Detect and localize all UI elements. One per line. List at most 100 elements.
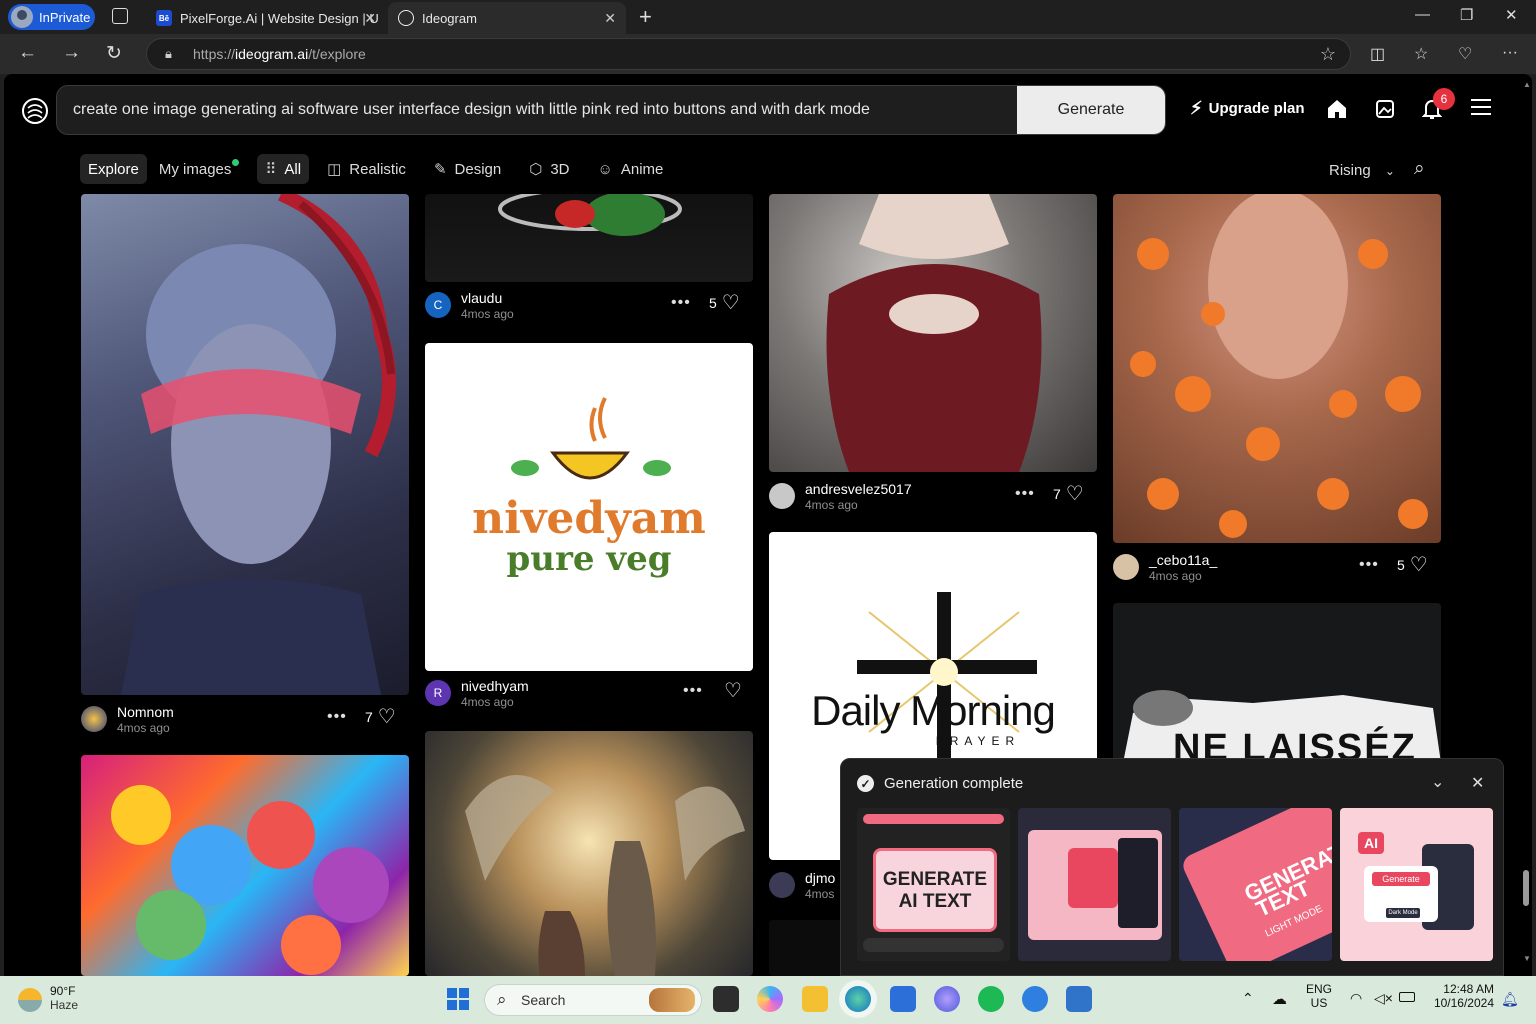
filter-3d[interactable]: ⬡ 3D [521,154,577,184]
filter-design[interactable]: ✎ Design [426,154,509,184]
windows-start-icon[interactable] [447,988,469,1010]
filter-realistic[interactable]: ◫ Realistic [319,154,414,184]
username[interactable]: nivedhyam [461,678,529,694]
copilot-icon[interactable] [757,986,783,1012]
close-popup-icon[interactable]: ✕ [1471,773,1484,793]
image-cyberpunk-woman[interactable] [81,194,409,695]
clock[interactable]: 12:48 AM 10/16/2024 [1428,982,1494,1010]
close-tab-icon[interactable]: ✕ [604,10,616,27]
copilot-app-icon[interactable] [934,986,960,1012]
favorites-icon[interactable]: ☆ [1414,44,1428,64]
language-indicator[interactable]: ENG US [1306,982,1332,1010]
inprivate-badge[interactable]: InPrivate [8,4,95,30]
task-view-icon[interactable] [713,986,739,1012]
avatar[interactable] [769,872,795,898]
filter-all[interactable]: ⠿ All [257,154,310,184]
refresh-icon[interactable]: ↻ [106,42,122,65]
back-icon[interactable]: ← [18,42,37,64]
like-button[interactable]: 7 ♡ [1053,484,1084,504]
like-button[interactable]: 5 ♡ [1397,555,1428,575]
avatar[interactable] [769,483,795,509]
avatar[interactable] [1113,554,1139,580]
forward-icon[interactable]: → [62,42,81,64]
image-colorful-crowd[interactable] [81,755,409,976]
spotify-icon[interactable] [978,986,1004,1012]
home-icon[interactable] [1326,99,1348,119]
image-red-dress-woman[interactable] [769,194,1097,472]
card-meta: djmo 4mos [769,868,849,902]
like-button[interactable]: 5 ♡ [709,293,740,313]
notification-bell-icon[interactable]: 🔔︎ [1501,991,1519,1008]
username[interactable]: _cebo11a_ [1149,552,1217,568]
show-hidden-icons-icon[interactable]: ⌃ [1242,990,1254,1007]
username[interactable]: vlaudu [461,290,502,306]
image-nivedyam-logo[interactable]: nivedyam pure veg [425,343,753,671]
generated-thumb-1[interactable]: GENERATE AI TEXT [857,808,1010,961]
collapse-chevron-icon[interactable]: ⌄ [1431,772,1444,792]
scroll-up-icon[interactable]: ▲ [1523,80,1531,89]
microsoft-store-icon[interactable] [890,986,916,1012]
username[interactable]: Nomnom [117,704,174,720]
tab-my-images[interactable]: My images [151,154,248,184]
prompt-input[interactable]: create one image generating ai software … [56,85,1166,135]
hamburger-menu-icon[interactable] [1471,99,1491,115]
generated-thumb-4[interactable]: AI Generate Dark Mode [1340,808,1493,961]
filter-anime[interactable]: ☺ Anime [590,154,672,184]
more-menu-icon[interactable]: ··· [1502,44,1518,62]
image-flower-woman[interactable] [1113,194,1441,543]
generate-button[interactable]: Generate [1017,86,1165,134]
taskbar-search-placeholder: Search [521,992,566,1008]
scroll-down-icon[interactable]: ▼ [1523,954,1531,963]
more-options-icon[interactable]: ••• [1015,485,1035,503]
generated-thumb-3[interactable]: GENERAT TEXT LIGHT MODE [1179,808,1332,961]
image-angels[interactable] [425,731,753,976]
more-options-icon[interactable]: ••• [671,294,691,312]
browser-essentials-icon[interactable]: ♡ [1458,44,1472,64]
search-icon[interactable]: ⌕ [1414,158,1425,180]
favorite-star-icon[interactable]: ☆ [1320,44,1336,65]
page-scrollbar[interactable]: ▲ ▼ [1520,74,1532,976]
like-button[interactable]: ♡ [719,681,742,701]
tab-actions-icon[interactable] [112,8,128,24]
image-emblem[interactable] [425,194,753,282]
app-a-icon[interactable] [1022,986,1048,1012]
image-ne-laissez[interactable]: NE LAISSÉZ [1113,603,1441,763]
onedrive-cloud-icon[interactable]: ☁︎ [1272,990,1287,1008]
wifi-icon[interactable]: ◠ [1350,990,1362,1007]
thumb-ai-badge: AI [1358,832,1384,854]
tab-ideogram[interactable]: Ideogram ✕ [388,2,626,34]
close-window-icon[interactable]: ✕ [1505,6,1518,24]
ideogram-logo-icon[interactable] [20,96,50,126]
file-explorer-icon[interactable] [802,986,828,1012]
avatar[interactable]: C [425,292,451,318]
generated-thumb-2[interactable] [1018,808,1171,961]
more-options-icon[interactable]: ••• [683,682,703,700]
sort-dropdown[interactable]: Rising ⌄ [1329,162,1395,179]
taskbar-search-input[interactable]: ⌕ Search [484,984,702,1016]
volume-muted-icon[interactable]: ◁× [1374,990,1393,1007]
my-images-icon[interactable] [1375,99,1395,119]
battery-icon[interactable] [1399,992,1415,1002]
avatar[interactable] [81,706,107,732]
more-options-icon[interactable]: ••• [1359,556,1379,574]
restore-icon[interactable]: ❐ [1460,6,1473,24]
image-partial[interactable] [769,920,849,976]
url-input[interactable]: 🔒︎ https://ideogram.ai/t/explore ☆ [146,38,1351,70]
username[interactable]: djmo [805,870,835,886]
split-screen-icon[interactable]: ◫ [1370,44,1385,64]
weather-widget[interactable]: 90°F Haze [18,984,78,1012]
minimize-icon[interactable]: — [1415,6,1430,23]
thumb-text-line2: AI TEXT [898,891,972,912]
more-options-icon[interactable]: ••• [327,708,347,726]
new-tab-icon[interactable]: + [639,4,652,30]
avatar[interactable]: R [425,680,451,706]
edge-browser-icon[interactable] [845,986,871,1012]
close-tab-icon[interactable]: ✕ [364,10,376,27]
like-button[interactable]: 7 ♡ [365,707,396,727]
tab-pixelforge[interactable]: Bē PixelForge.Ai | Website Design | U ✕ [146,2,386,34]
tab-explore[interactable]: Explore [80,154,147,184]
upgrade-plan-button[interactable]: ⚡︎ Upgrade plan [1190,98,1305,119]
username[interactable]: andresvelez5017 [805,481,912,497]
notepad-icon[interactable] [1066,986,1092,1012]
scrollbar-thumb[interactable] [1523,870,1529,906]
